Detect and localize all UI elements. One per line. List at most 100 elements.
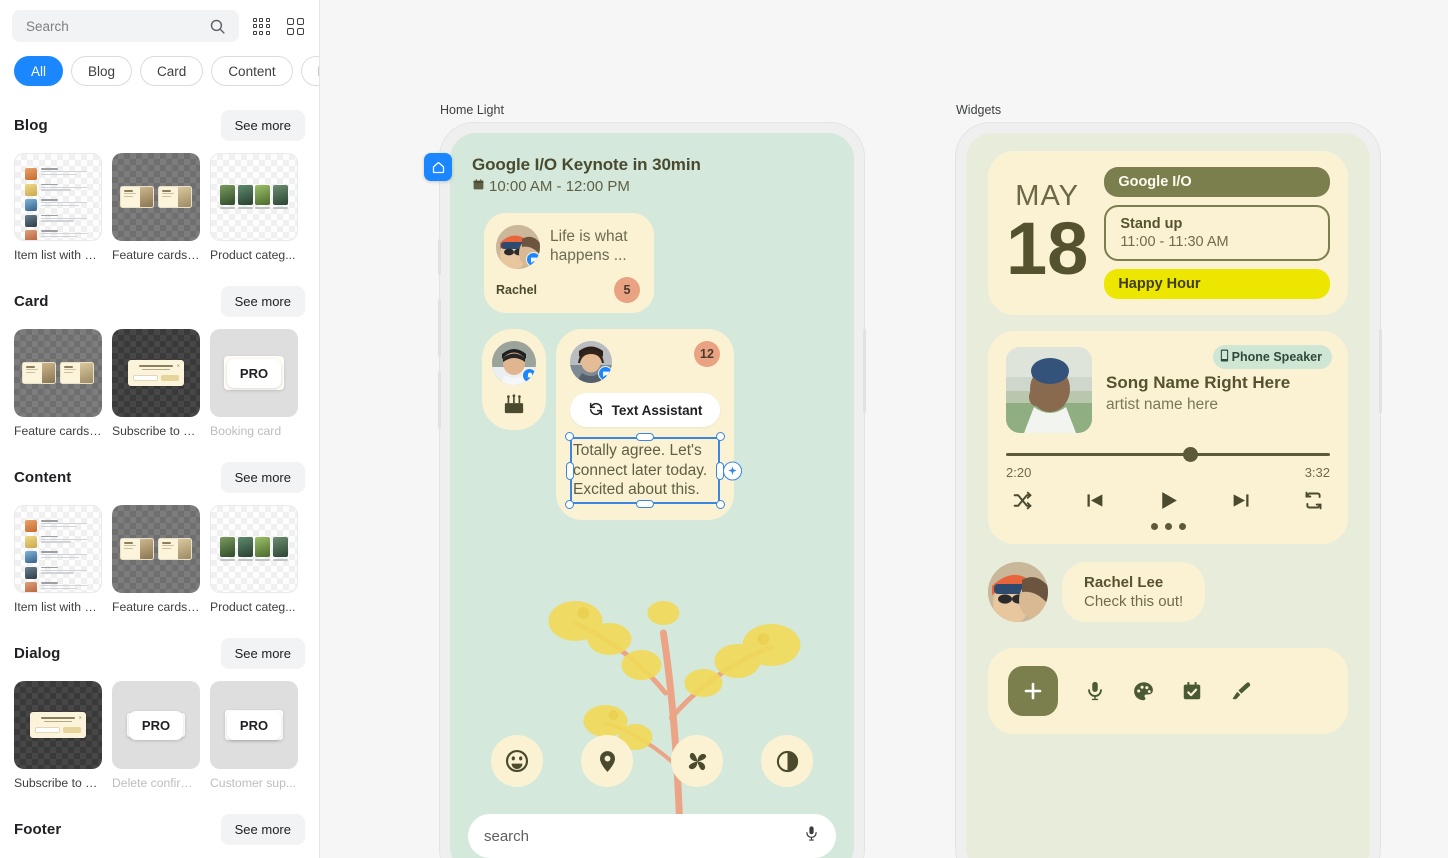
thumbnail-product-categories[interactable]	[210, 153, 298, 241]
list-item[interactable]: ✕ Subscribe to n...	[112, 329, 200, 438]
thumbnail-feature-cards[interactable]	[112, 153, 200, 241]
shuffle-icon[interactable]	[1012, 490, 1033, 511]
frame-widgets[interactable]: Widgets MAY 18 Google I/O Stand up 11:00…	[956, 103, 1382, 858]
thumbnail-subscribe-dialog[interactable]: ✕	[112, 329, 200, 417]
status-badge[interactable]: Phone Speaker	[1212, 345, 1332, 369]
repeat-icon[interactable]	[1303, 490, 1324, 511]
contrast-icon[interactable]	[761, 735, 813, 787]
message-bubble[interactable]: Rachel Lee Check this out!	[1062, 562, 1206, 622]
list-item[interactable]: ✕ Subscribe to n...	[14, 681, 102, 790]
filter-chip-blog[interactable]: Blog	[71, 56, 133, 86]
paintbrush-icon[interactable]	[1229, 680, 1252, 703]
power-button[interactable]	[863, 329, 866, 413]
filter-chip-card[interactable]: Card	[140, 56, 204, 86]
list-item[interactable]: Product categ...	[210, 153, 298, 262]
calendar-check-icon[interactable]	[1181, 680, 1203, 702]
avatar[interactable]	[570, 341, 612, 383]
calendar-event-happy-hour[interactable]: Happy Hour	[1104, 269, 1330, 299]
search-input[interactable]	[26, 10, 205, 42]
thumbnail-delete-confirm-locked[interactable]: PRO	[112, 681, 200, 769]
frame-label[interactable]: Widgets	[956, 103, 1380, 117]
progress-knob[interactable]	[1183, 446, 1199, 462]
home-light-screen: Google I/O Keynote in 30min 10:00 AM - 1…	[450, 133, 854, 858]
thumbnail-booking-card-locked[interactable]: PRO	[210, 329, 298, 417]
sparkle-icon[interactable]	[723, 461, 742, 480]
grid-large-icon[interactable]	[283, 14, 307, 38]
thumbnail-subscribe-dialog[interactable]: ✕	[14, 681, 102, 769]
grid-dense-icon[interactable]	[249, 14, 273, 38]
filter-chip-all[interactable]: All	[14, 56, 64, 86]
selection-handle-bottom-right[interactable]	[716, 500, 725, 510]
home-search-bar[interactable]: search	[468, 814, 836, 858]
see-more-button-card[interactable]: See more	[220, 286, 305, 317]
thumbnail-label: Feature cards ...	[112, 248, 200, 262]
play-icon[interactable]	[1156, 488, 1181, 513]
list-item[interactable]: PRO Customer sup...	[210, 681, 298, 790]
album-art[interactable]	[1006, 347, 1092, 433]
list-item[interactable]: PRO Delete confirm...	[112, 681, 200, 790]
list-item[interactable]: Item list with vi...	[14, 153, 102, 262]
plus-icon[interactable]	[1008, 666, 1058, 716]
message-card-rachel[interactable]: Life is what happens ... Rachel 5	[484, 213, 654, 313]
power-button[interactable]	[1379, 329, 1382, 413]
see-more-button-footer[interactable]: See more	[220, 814, 305, 845]
filter-chip-dialog[interactable]: Dialo	[300, 56, 319, 86]
location-pin-icon[interactable]	[581, 735, 633, 787]
list-item[interactable]: Item list with vi...	[14, 505, 102, 614]
list-item[interactable]: Feature cards ...	[112, 153, 200, 262]
birthday-pill-card[interactable]	[482, 329, 546, 430]
selected-text[interactable]: Totally agree. Let's connect later today…	[570, 437, 720, 505]
list-item[interactable]: Feature cards ...	[112, 505, 200, 614]
see-more-button-content[interactable]: See more	[220, 462, 305, 493]
progress-slider[interactable]	[1006, 446, 1330, 462]
selection-handle-top-center[interactable]	[636, 433, 654, 441]
see-more-button-dialog[interactable]: See more	[220, 638, 305, 669]
see-more-button-blog[interactable]: See more	[220, 110, 305, 141]
text-assistant-card[interactable]: 12 Text Assistant Totally agree. Let's c…	[556, 329, 742, 521]
thumbnail-item-list[interactable]	[14, 505, 102, 593]
power-button-left[interactable]	[438, 371, 441, 429]
thumbnail-feature-cards[interactable]	[112, 505, 200, 593]
thumbnail-item-list[interactable]	[14, 153, 102, 241]
frame-label[interactable]: Home Light	[440, 103, 864, 117]
microphone-icon[interactable]	[1084, 680, 1106, 702]
smiley-icon[interactable]	[491, 735, 543, 787]
frame-home-light[interactable]: Home Light Google I/O Keynote in 30min 1…	[424, 103, 866, 858]
design-canvas[interactable]: Home Light Google I/O Keynote in 30min 1…	[320, 0, 1448, 858]
home-icon[interactable]	[424, 153, 452, 181]
music-player-widget[interactable]: Phone Speaker Song Name Right Here artis…	[988, 331, 1348, 544]
selection-handle-top-right[interactable]	[716, 432, 725, 441]
keynote-card[interactable]: Google I/O Keynote in 30min 10:00 AM - 1…	[450, 133, 854, 195]
avatar[interactable]	[496, 225, 540, 269]
volume-up-button[interactable]	[438, 239, 441, 275]
selection-handle-top-left[interactable]	[565, 432, 574, 441]
avatar[interactable]	[492, 341, 536, 385]
list-item[interactable]: Product categ...	[210, 505, 298, 614]
text-assistant-button[interactable]: Text Assistant	[570, 393, 720, 427]
microphone-icon[interactable]	[803, 825, 820, 847]
search-box[interactable]	[12, 10, 239, 42]
thumbnail-customer-support-locked[interactable]: PRO	[210, 681, 298, 769]
next-icon[interactable]	[1231, 490, 1252, 511]
selected-text-block[interactable]: Totally agree. Let's connect later today…	[565, 432, 742, 510]
thumb-row-card: Feature cards ... ✕ Subscribe to n... PR…	[0, 317, 319, 438]
previous-icon[interactable]	[1084, 490, 1105, 511]
filter-chip-content[interactable]: Content	[211, 56, 293, 86]
list-item[interactable]: Feature cards ...	[14, 329, 102, 438]
pinwheel-icon[interactable]	[671, 735, 723, 787]
list-item[interactable]: PRO Booking card	[210, 329, 298, 438]
avatar[interactable]	[988, 562, 1048, 622]
thumbnail-product-categories[interactable]	[210, 505, 298, 593]
pro-badge: PRO	[226, 358, 282, 388]
calendar-event-stand-up[interactable]: Stand up 11:00 - 11:30 AM	[1104, 205, 1330, 261]
volume-down-button[interactable]	[438, 299, 441, 357]
thumbnail-feature-cards[interactable]	[14, 329, 102, 417]
widget-page-dots[interactable]	[1006, 523, 1330, 530]
calendar-event-google-io[interactable]: Google I/O	[1104, 167, 1330, 197]
selection-handle-middle-left[interactable]	[566, 461, 574, 480]
selection-handle-bottom-left[interactable]	[565, 500, 574, 510]
selection-handle-bottom-center[interactable]	[636, 500, 654, 509]
direct-message-widget[interactable]: Rachel Lee Check this out!	[988, 562, 1348, 622]
palette-icon[interactable]	[1132, 680, 1155, 703]
calendar-widget[interactable]: MAY 18 Google I/O Stand up 11:00 - 11:30…	[988, 151, 1348, 315]
